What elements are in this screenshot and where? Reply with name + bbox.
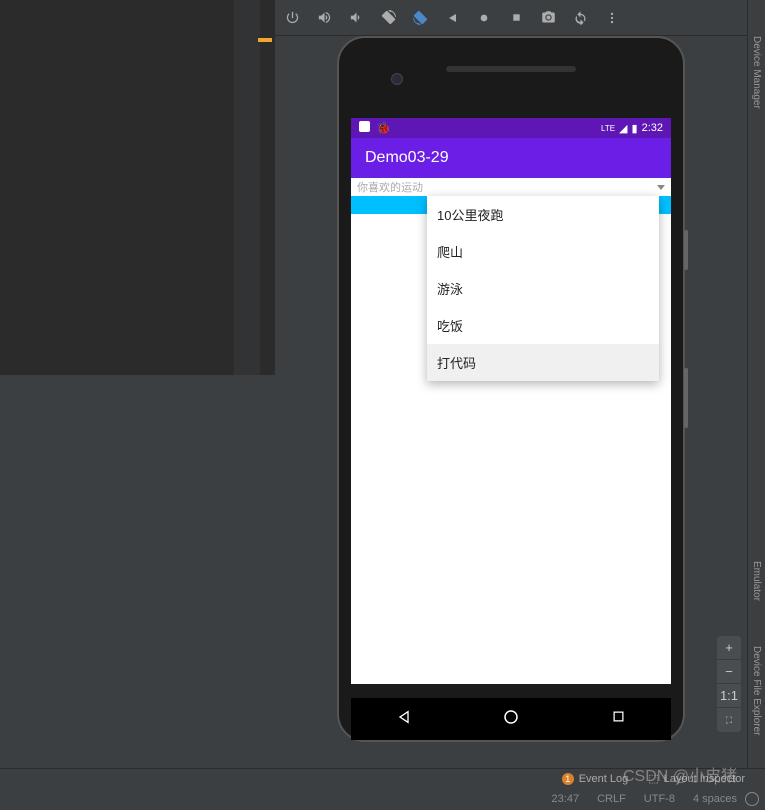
rotate-right-icon[interactable] (411, 9, 429, 27)
spinner-label: 你喜欢的运动 (357, 179, 423, 195)
emulator-toolbar (275, 0, 765, 36)
nav-recent-icon[interactable] (611, 709, 626, 729)
spinner[interactable]: 你喜欢的运动 (351, 178, 671, 196)
dropdown-item-3[interactable]: 吃饭 (427, 307, 659, 344)
zoom-controls: + − 1:1 ⛶ (717, 636, 741, 732)
tab-emulator[interactable]: Emulator (748, 555, 765, 601)
android-nav-bar (351, 698, 671, 740)
dropdown-item-0[interactable]: 10公里夜跑 (427, 196, 659, 233)
side-button-2 (684, 368, 688, 428)
line-ending[interactable]: CRLF (597, 793, 626, 805)
volume-up-icon[interactable] (315, 9, 333, 27)
dropdown-item-1[interactable]: 爬山 (427, 233, 659, 270)
caret-position[interactable]: 23:47 (552, 793, 580, 805)
network-label: LTE (601, 124, 615, 133)
back-icon[interactable] (443, 9, 461, 27)
phone-screen: 🐞 LTE ◢ ▮ 2:32 Demo03-29 你喜欢的运动 10公里夜跑 (351, 118, 671, 684)
phone-frame: 🐞 LTE ◢ ▮ 2:32 Demo03-29 你喜欢的运动 10公里夜跑 (337, 36, 685, 742)
dropdown-item-2[interactable]: 游泳 (427, 270, 659, 307)
tab-device-file-explorer[interactable]: Device File Explorer (748, 640, 765, 735)
encoding[interactable]: UTF-8 (644, 793, 675, 805)
stop-icon[interactable] (507, 9, 525, 27)
zoom-out-button[interactable]: − (717, 660, 741, 684)
face-icon[interactable] (745, 792, 759, 806)
gutter-marker (258, 38, 272, 42)
nav-back-icon[interactable] (396, 709, 412, 730)
front-camera (391, 73, 403, 85)
nav-home-icon[interactable] (502, 708, 520, 731)
rotate-left-icon[interactable] (379, 9, 397, 27)
event-log-button[interactable]: 1 Event Log (562, 773, 629, 785)
signal-icon: ◢ (619, 122, 627, 135)
tab-device-manager[interactable]: Device Manager (748, 30, 765, 109)
indent[interactable]: 4 spaces (693, 793, 737, 805)
event-badge: 1 (562, 773, 574, 785)
right-tool-strip: Device Manager Emulator Device File Expl… (747, 0, 765, 810)
android-status-bar: 🐞 LTE ◢ ▮ 2:32 (351, 118, 671, 138)
camera-icon[interactable] (539, 9, 557, 27)
battery-icon: ▮ (632, 122, 638, 135)
notification-icon (359, 121, 370, 132)
record-icon[interactable] (475, 9, 493, 27)
spinner-dropdown: 10公里夜跑 爬山 游泳 吃饭 打代码 (427, 196, 659, 381)
gutter (234, 0, 260, 375)
ide-status-bar: 23:47 CRLF UTF-8 4 spaces (0, 788, 765, 810)
dropdown-item-4[interactable]: 打代码 (427, 344, 659, 381)
earpiece (446, 66, 576, 72)
volume-down-icon[interactable] (347, 9, 365, 27)
refresh-icon[interactable] (571, 9, 589, 27)
zoom-actual-button[interactable]: 1:1 (717, 684, 741, 708)
ide-bottom-toolbar: 1 Event Log ⬚ Layout Inspector (0, 768, 765, 788)
editor-left-panel (0, 0, 275, 810)
zoom-fit-button[interactable]: ⛶ (717, 708, 741, 732)
zoom-in-button[interactable]: + (717, 636, 741, 660)
clock: 2:32 (642, 122, 663, 134)
more-icon[interactable] (603, 9, 621, 27)
emulator-viewport: 🐞 LTE ◢ ▮ 2:32 Demo03-29 你喜欢的运动 10公里夜跑 (275, 36, 723, 768)
chevron-down-icon (657, 185, 665, 190)
debug-icon: 🐞 (376, 121, 391, 135)
app-title: Demo03-29 (365, 149, 449, 167)
layout-inspector-icon: ⬚ (648, 772, 658, 785)
layout-inspector-button[interactable]: ⬚ Layout Inspector (648, 772, 745, 785)
power-icon[interactable] (283, 9, 301, 27)
app-bar: Demo03-29 (351, 138, 671, 178)
side-button-1 (684, 230, 688, 270)
